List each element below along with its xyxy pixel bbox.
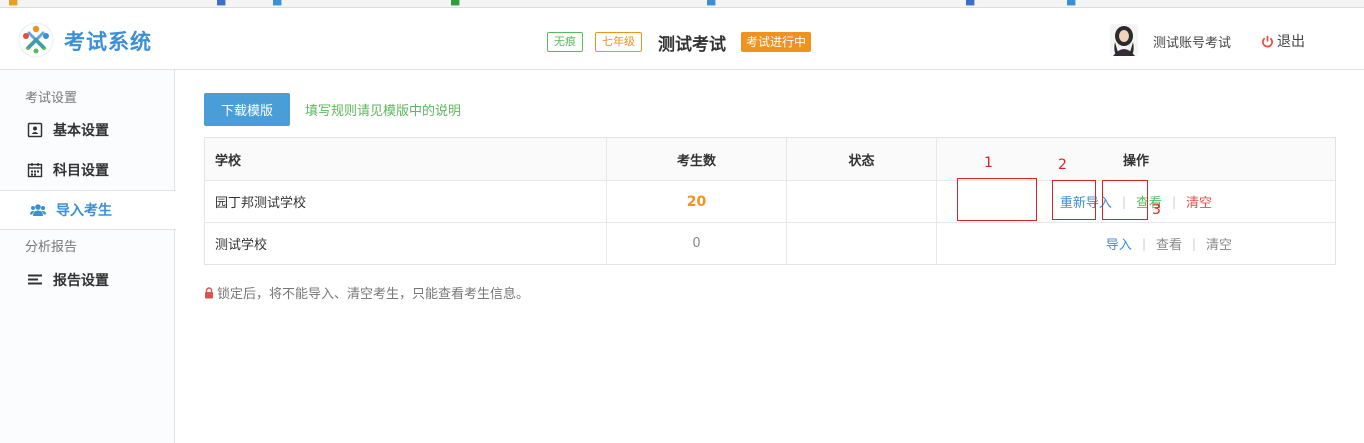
- grade-badge: 七年级: [595, 32, 642, 52]
- bookmark-icon[interactable]: ■: [8, 0, 18, 7]
- status-cell: [786, 223, 936, 264]
- lock-note: 锁定后，将不能导入、清空考生，只能查看考生信息。: [204, 283, 529, 302]
- status-cell: [786, 181, 936, 222]
- power-icon: [1262, 35, 1273, 47]
- sidebar-item-label: 科目设置: [53, 163, 109, 179]
- annotation-number: 1: [984, 155, 993, 171]
- bookmark-icon[interactable]: ■: [450, 0, 460, 7]
- table-row: 园丁邦测试学校 20 重新导入 | 查看 | 清空: [205, 180, 1335, 222]
- student-count: 20: [686, 193, 707, 210]
- sidebar-item-basic-settings[interactable]: 基本设置: [0, 110, 175, 150]
- sidebar-item-report-settings[interactable]: 报告设置: [0, 260, 175, 300]
- separator: |: [1172, 194, 1177, 209]
- sidebar-item-import-students[interactable]: 导入考生: [0, 190, 176, 230]
- separator: |: [1141, 236, 1146, 251]
- annotation-box: [1102, 180, 1148, 220]
- sidebar-item-subject-settings[interactable]: 科目设置: [0, 150, 175, 190]
- sidebar-item-label: 导入考生: [56, 203, 112, 219]
- table-row: 测试学校 0 导入 | 查看 | 清空: [205, 222, 1335, 264]
- clear-link[interactable]: 清空: [1204, 234, 1234, 253]
- calendar-icon: [27, 163, 43, 178]
- sidebar: 考试设置 基本设置 科目设置 导入考生 分析报告 报告设置: [0, 70, 176, 443]
- download-template-button[interactable]: 下载模版: [204, 93, 290, 126]
- student-count: 0: [692, 236, 701, 251]
- bookmark-icon[interactable]: ■: [272, 0, 282, 7]
- bookmark-icon[interactable]: ■: [965, 0, 975, 7]
- bookmark-icon[interactable]: ■: [216, 0, 226, 7]
- browser-bookmarks-strip: ■ ■ ■ ■ ■ ■ ■: [0, 0, 1364, 8]
- import-link[interactable]: 导入: [1104, 234, 1134, 253]
- school-name: 测试学校: [215, 238, 268, 253]
- tag-badge: 无痕: [547, 32, 583, 52]
- actions-cell: 导入 | 查看 | 清空: [936, 223, 1335, 264]
- column-header-count: 考生数: [606, 138, 786, 180]
- avatar[interactable]: [1110, 24, 1138, 56]
- user-name[interactable]: 测试账号考试: [1153, 32, 1231, 51]
- column-header-school: 学校: [215, 153, 242, 169]
- logout-label: 退出: [1277, 34, 1305, 50]
- school-name: 园丁邦测试学校: [215, 196, 307, 211]
- school-table: 学校 考生数 状态 操作 园丁邦测试学校 20 重新导入 | 查看 | 清空 测…: [204, 137, 1336, 265]
- app-title: 考试系统: [64, 30, 152, 54]
- bookmark-icon[interactable]: ■: [706, 0, 716, 7]
- column-header-actions: 操作: [936, 138, 1335, 180]
- bookmark-icon[interactable]: ■: [1066, 0, 1076, 7]
- lock-icon: [205, 286, 213, 298]
- app-logo-icon: [18, 22, 54, 58]
- list-icon: [28, 274, 42, 285]
- annotation-number: 3: [1152, 202, 1161, 218]
- sidebar-item-label: 基本设置: [53, 123, 109, 139]
- exam-status-badge: 考试进行中: [741, 32, 812, 52]
- top-header: 考试系统 无痕 七年级 测试考试 考试进行中 测试账号考试 退出: [0, 8, 1364, 70]
- annotation-box: [957, 178, 1037, 221]
- clear-link[interactable]: 清空: [1184, 192, 1214, 211]
- users-icon: [30, 204, 46, 216]
- exam-name: 测试考试: [658, 35, 726, 55]
- column-header-status: 状态: [786, 138, 936, 180]
- separator: |: [1192, 236, 1197, 251]
- table-header-row: 学校 考生数 状态 操作: [205, 138, 1335, 180]
- template-hint: 填写规则请见模版中的说明: [305, 104, 462, 119]
- sidebar-group-analysis-report: 分析报告: [25, 240, 78, 255]
- annotation-box: [1052, 180, 1096, 220]
- sidebar-item-label: 报告设置: [53, 273, 109, 289]
- annotation-number: 2: [1058, 157, 1067, 173]
- id-card-icon: [27, 122, 43, 138]
- view-link[interactable]: 查看: [1154, 234, 1184, 253]
- logout-button[interactable]: 退出: [1261, 31, 1305, 51]
- lock-note-text: 锁定后，将不能导入、清空考生，只能查看考生信息。: [217, 287, 530, 302]
- sidebar-group-exam-settings: 考试设置: [25, 91, 78, 106]
